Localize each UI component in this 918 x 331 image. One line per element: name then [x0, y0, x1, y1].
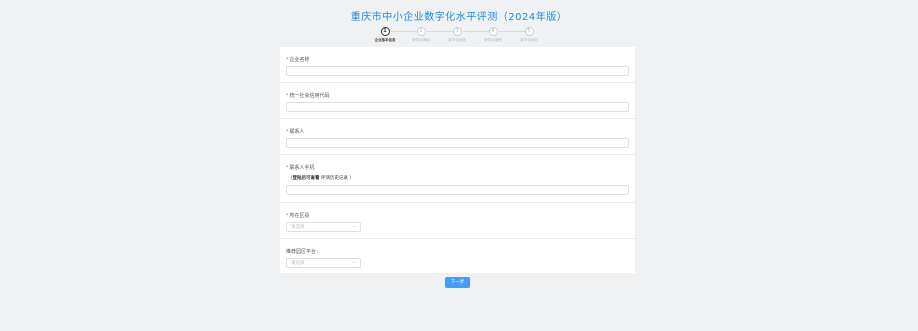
- platform-select[interactable]: 请选择 ⌄: [286, 258, 361, 268]
- step-label: 数字化管理: [484, 38, 502, 42]
- step-label: 数字化基础: [412, 38, 430, 42]
- contact-input[interactable]: [286, 138, 629, 148]
- chevron-down-icon: ⌄: [351, 223, 356, 229]
- phone-section: *联系人手机 （登陆后可查看 评测历史记录 ）: [280, 155, 635, 203]
- step-number: 2: [416, 27, 426, 36]
- required-marker: *: [286, 57, 289, 63]
- required-marker: *: [286, 129, 289, 135]
- company-name-label-text: 企业名称: [289, 57, 310, 63]
- platform-section: 推荐园区平台： 请选择 ⌄: [280, 239, 635, 273]
- next-step-button[interactable]: 下一步: [445, 277, 470, 288]
- phone-label-text: 联系人手机: [289, 165, 315, 171]
- credit-code-label-text: 统一社会信用代码: [289, 93, 330, 99]
- chevron-down-icon: ⌄: [351, 259, 356, 265]
- step-label: 数字化成效: [520, 38, 538, 42]
- credit-code-section: *统一社会信用代码: [280, 83, 635, 119]
- required-marker: *: [286, 93, 289, 99]
- step-number: 3: [452, 27, 462, 36]
- enterprise-info-form: *企业名称 *统一社会信用代码 *联系人 *联系人手机 （登陆后可查看 评测历史…: [280, 47, 635, 273]
- required-marker: *: [286, 165, 289, 171]
- credit-code-label: *统一社会信用代码: [286, 92, 330, 99]
- step-number: 5: [524, 27, 534, 36]
- phone-label: *联系人手机: [286, 164, 315, 171]
- company-name-input[interactable]: [286, 66, 629, 76]
- step-number: 4: [488, 27, 498, 36]
- platform-placeholder: 请选择: [291, 261, 305, 266]
- district-section: *所在区县 请选择 ⌄: [280, 203, 635, 239]
- step-4: 4 数字化管理: [478, 27, 508, 43]
- login-hint-bold: 登陆后可查看: [292, 176, 320, 181]
- district-label-text: 所在区县: [289, 213, 310, 219]
- district-select[interactable]: 请选择 ⌄: [286, 222, 361, 232]
- contact-label: *联系人: [286, 128, 305, 135]
- platform-label: 推荐园区平台：: [286, 249, 322, 255]
- contact-label-text: 联系人: [289, 129, 305, 135]
- step-2: 2 数字化基础: [406, 27, 436, 43]
- company-name-section: *企业名称: [280, 47, 635, 83]
- step-label: 数字化经营: [448, 38, 466, 42]
- district-label: *所在区县: [286, 212, 310, 219]
- contact-section: *联系人: [280, 119, 635, 155]
- login-hint: （登陆后可查看 评测历史记录 ）: [288, 175, 354, 181]
- step-number: 1: [380, 27, 390, 36]
- district-placeholder: 请选择: [291, 225, 305, 230]
- required-marker: *: [286, 213, 289, 219]
- step-indicator: 1 企业基本信息 2 数字化基础 3 数字化经营 4 数字化管理 5 数字化成效: [370, 27, 550, 43]
- page-title: 重庆市中小企业数字化水平评测（2024年版）: [350, 12, 568, 23]
- phone-input[interactable]: [286, 185, 629, 195]
- credit-code-input[interactable]: [286, 102, 629, 112]
- login-hint-rest: 评测历史记录 ）: [319, 176, 354, 181]
- company-name-label: *企业名称: [286, 56, 310, 63]
- step-1: 1 企业基本信息: [370, 27, 400, 43]
- step-label: 企业基本信息: [374, 38, 396, 42]
- step-5: 5 数字化成效: [514, 27, 544, 43]
- step-3: 3 数字化经营: [442, 27, 472, 43]
